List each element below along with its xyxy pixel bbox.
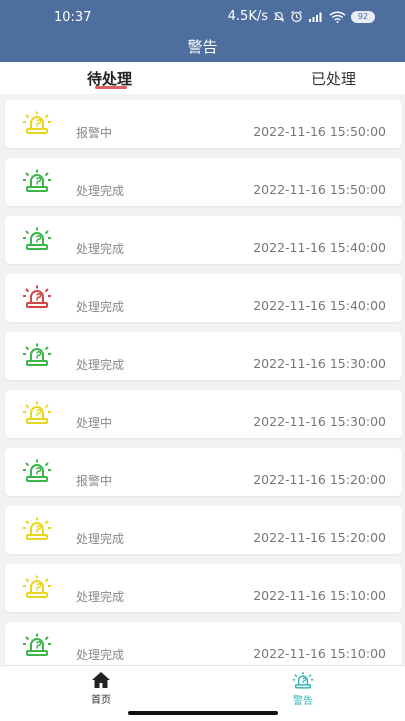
alert-row[interactable]: 处理完成 2022-11-16 15:30:00 <box>5 332 402 380</box>
alert-status: 报警中 <box>76 126 113 140</box>
home-indicator <box>128 711 278 715</box>
alert-status: 处理完成 <box>76 358 125 372</box>
alarm-light-icon <box>23 633 51 656</box>
alert-time: 2022-11-16 15:40:00 <box>253 240 386 255</box>
battery-icon: 92 <box>351 10 375 23</box>
alert-status: 处理完成 <box>76 242 125 256</box>
alarm-light-icon <box>23 343 51 366</box>
alert-time: 2022-11-16 15:50:00 <box>253 124 386 139</box>
alert-row[interactable]: 处理完成 2022-11-16 15:10:00 <box>5 564 402 612</box>
alert-status: 处理完成 <box>76 300 125 314</box>
alarm-light-icon <box>23 575 51 598</box>
status-bar: 10:37 4.5K/s 92 <box>0 0 405 34</box>
alert-status: 报警中 <box>76 474 113 488</box>
tab-processed[interactable]: 已处理 <box>311 68 356 89</box>
alarm-light-icon <box>23 459 51 482</box>
alert-time: 2022-11-16 15:40:00 <box>253 298 386 313</box>
alert-status: 处理完成 <box>76 590 125 604</box>
alert-time: 2022-11-16 15:10:00 <box>253 588 386 603</box>
alert-status: 处理完成 <box>76 532 125 546</box>
alarm-light-icon <box>23 111 51 134</box>
status-icons: 4.5K/s 92 <box>228 9 375 24</box>
alert-row[interactable]: 处理完成 2022-11-16 15:40:00 <box>5 216 402 264</box>
alert-row[interactable]: 处理完成 2022-11-16 15:40:00 <box>5 274 402 322</box>
alert-row[interactable]: 处理中 2022-11-16 15:30:00 <box>5 390 402 438</box>
alert-time: 2022-11-16 15:10:00 <box>253 646 386 661</box>
nav-alert[interactable]: 警告 <box>273 671 333 707</box>
status-time: 10:37 <box>54 10 92 25</box>
page-title: 警告 <box>187 38 218 56</box>
nav-home[interactable]: 首页 <box>71 671 131 706</box>
alert-time: 2022-11-16 15:20:00 <box>253 530 386 545</box>
alert-time: 2022-11-16 15:20:00 <box>253 472 386 487</box>
alarm-light-icon <box>23 401 51 424</box>
bell-muted-icon <box>273 11 285 22</box>
alarm-light-icon <box>23 227 51 250</box>
active-tab-indicator <box>95 86 127 89</box>
tab-bar: 待处理 已处理 <box>0 62 405 94</box>
alert-time: 2022-11-16 15:30:00 <box>253 414 386 429</box>
alarm-light-icon <box>23 517 51 540</box>
alarm-icon <box>292 672 314 689</box>
home-icon <box>92 672 110 688</box>
alert-status: 处理完成 <box>76 648 125 662</box>
network-speed: 4.5K/s <box>227 9 268 24</box>
alarm-light-icon <box>23 169 51 192</box>
wifi-icon <box>329 11 346 23</box>
signal-icon <box>309 12 322 22</box>
alarm-light-icon <box>23 285 51 308</box>
alert-row[interactable]: 报警中 2022-11-16 15:50:00 <box>5 100 402 148</box>
alert-status: 处理中 <box>76 416 113 430</box>
alert-time: 2022-11-16 15:50:00 <box>253 182 386 197</box>
alert-row[interactable]: 处理完成 2022-11-16 15:20:00 <box>5 506 402 554</box>
alert-row[interactable]: 处理完成 2022-11-16 15:10:00 <box>5 622 402 670</box>
alert-row[interactable]: 处理完成 2022-11-16 15:50:00 <box>5 158 402 206</box>
alarm-clock-icon <box>291 10 302 23</box>
nav-home-label: 首页 <box>91 695 111 706</box>
alert-row[interactable]: 报警中 2022-11-16 15:20:00 <box>5 448 402 496</box>
alert-time: 2022-11-16 15:30:00 <box>253 356 386 371</box>
nav-alert-label: 警告 <box>293 696 313 707</box>
alert-status: 处理完成 <box>76 184 125 198</box>
app-header: 10:37 4.5K/s 92 警告 <box>0 0 405 62</box>
